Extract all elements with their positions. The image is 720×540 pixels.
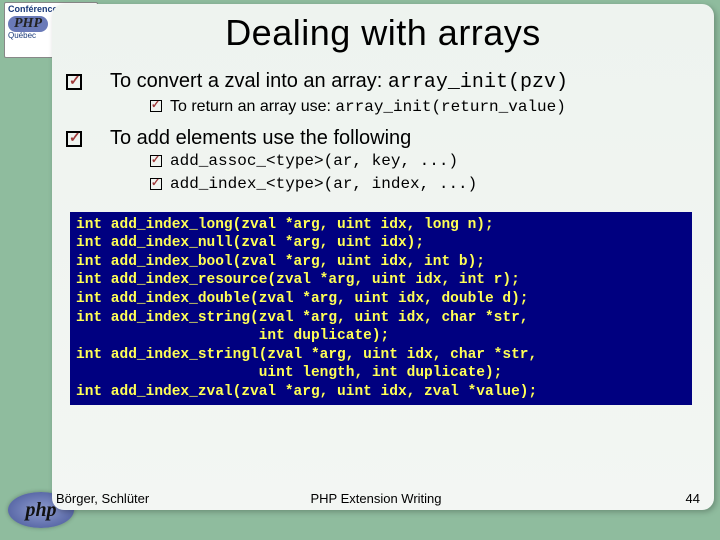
bullet-1: To convert a zval into an array: array_i…: [110, 68, 696, 119]
slide-card: Dealing with arrays To convert a zval in…: [52, 4, 714, 510]
check-icon: [150, 178, 162, 190]
b1-code: array_init(pzv): [388, 71, 568, 94]
bullet-2-text: To add elements use the following: [110, 125, 696, 151]
check-icon: [66, 74, 82, 90]
footer-right: 44: [686, 491, 700, 506]
slide-title: Dealing with arrays: [70, 12, 696, 54]
bullet-2: To add elements use the following add_as…: [110, 125, 696, 196]
bullet-1-sub-1: To return an array use: array_init(retur…: [150, 96, 696, 119]
b1-sub1-a: To return an array use:: [170, 98, 335, 115]
b2-sub2: add_index_<type>(ar, index, ...): [170, 174, 477, 196]
b1-text-a: To convert a zval into an array:: [110, 70, 388, 92]
code-block: int add_index_long(zval *arg, uint idx, …: [70, 212, 692, 405]
footer-center: PHP Extension Writing: [52, 491, 700, 506]
b2-sub1: add_assoc_<type>(ar, key, ...): [170, 151, 458, 173]
bullet-1-text: To convert a zval into an array: array_i…: [110, 68, 696, 96]
check-icon: [150, 100, 162, 112]
footer: Börger, Schlüter PHP Extension Writing 4…: [52, 491, 700, 506]
content: To convert a zval into an array: array_i…: [110, 68, 696, 405]
bullet-2-sub-1: add_assoc_<type>(ar, key, ...): [150, 151, 696, 173]
bullet-2-sub-2: add_index_<type>(ar, index, ...): [150, 174, 696, 196]
logo-php-pill: PHP: [8, 16, 48, 32]
b1-sub1-code: array_init(return_value): [335, 98, 565, 116]
logo-qc-text: Québec: [8, 31, 36, 40]
logo-conf-text: Conférence: [8, 4, 58, 14]
check-icon: [66, 131, 82, 147]
b1-sub1-text: To return an array use: array_init(retur…: [170, 96, 566, 119]
check-icon: [150, 155, 162, 167]
